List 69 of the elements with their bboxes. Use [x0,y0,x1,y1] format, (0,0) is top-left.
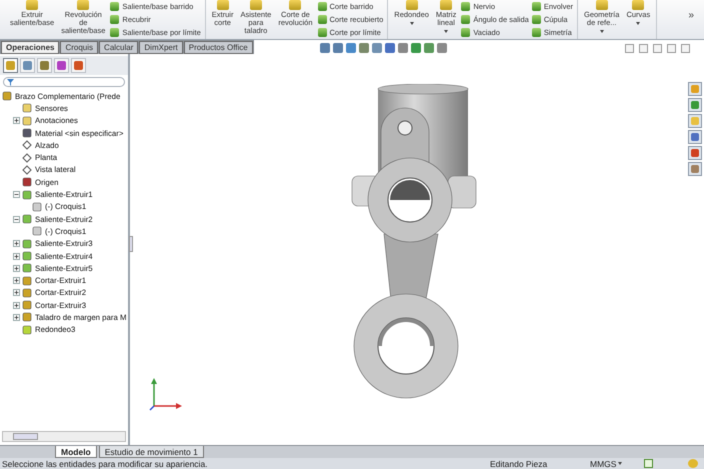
feature-icon [22,103,32,114]
expand-toggle[interactable] [13,302,20,309]
sketch-icon [32,226,42,236]
feature-icon [22,263,32,274]
plus-icon [14,278,19,284]
plane-icon [22,164,32,175]
plus-icon [14,254,19,258]
command-tab[interactable]: Croquis [60,41,98,54]
minus-icon [14,192,19,198]
command-tab[interactable]: Operaciones [1,41,60,54]
feature-icon [22,300,32,310]
plane-icon [22,152,32,163]
collapse-toggle[interactable] [13,216,20,223]
filter-field[interactable] [3,77,125,87]
more-commands-button[interactable]: » [682,0,700,39]
feature-icon [22,251,32,261]
task-pane-tab[interactable] [688,98,702,112]
plus-icon [14,266,19,271]
axis-triad-icon [148,376,184,412]
command-tab[interactable]: DimXpert [139,41,183,54]
task-pane-tab[interactable] [688,114,702,128]
task-pane-tab[interactable] [688,146,702,160]
plus-icon [14,290,19,296]
feature-icon [2,91,12,102]
expand-toggle[interactable] [13,289,20,296]
expand-toggle[interactable] [13,314,20,321]
feature-icon [22,312,32,322]
units-dropdown[interactable]: MMGS [590,458,618,468]
expand-toggle[interactable] [13,117,20,124]
plus-icon [14,314,19,320]
collapse-toggle[interactable] [13,191,20,198]
task-pane-tab[interactable] [688,130,702,144]
status-message: Seleccione las entidades para modificar su apariencia. [2,458,209,468]
panel-tab[interactable] [54,58,69,73]
feature-icon [22,214,32,224]
plane-icon [22,140,32,150]
feature-icon [22,238,32,249]
feature-icon [22,324,32,335]
plus-icon [14,302,19,308]
minus-icon [14,216,19,222]
panel-tab[interactable] [71,58,86,73]
expand-toggle[interactable] [13,277,20,284]
horizontal-scrollbar[interactable] [2,431,126,442]
feature-icon [22,276,32,286]
expand-toggle[interactable] [13,264,20,272]
panel-tab[interactable] [20,58,35,73]
command-tab[interactable]: Calcular [99,41,138,54]
scroll-thumb[interactable] [13,433,38,440]
command-tab[interactable]: Productos Office [184,41,253,54]
caret-icon[interactable] [618,462,622,465]
bottom-tab[interactable]: Modelo [55,446,97,458]
expand-toggle[interactable] [13,240,20,248]
panel-tab[interactable] [37,58,52,73]
feature-icon [22,190,32,200]
panel-splitter-handle[interactable] [129,236,133,252]
panel-tab[interactable] [3,58,18,73]
task-pane-tab[interactable] [688,162,702,176]
feature-icon [22,128,32,138]
plus-icon [14,241,19,246]
task-pane-tab[interactable] [688,82,702,96]
plus-icon [14,118,19,124]
feature-icon [22,177,32,188]
feature-icon [22,288,32,298]
status-mode: Editando Pieza [490,458,548,468]
expand-toggle[interactable] [13,252,20,260]
bottom-tab[interactable]: Estudio de movimiento 1 [98,446,204,458]
feature-icon [22,116,32,126]
sketch-icon [32,202,42,212]
filter-icon [7,78,14,86]
